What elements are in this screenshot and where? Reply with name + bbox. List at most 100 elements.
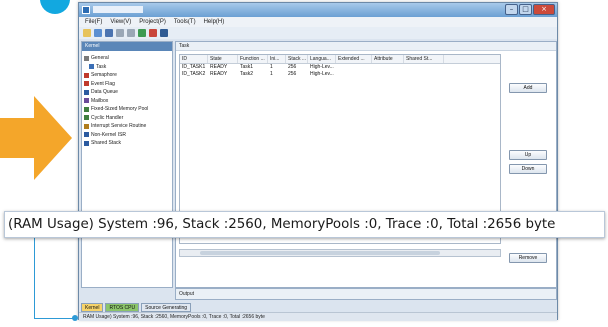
tree-item-label: Event Flag xyxy=(91,80,115,87)
tree-item[interactable]: Data Queue xyxy=(84,88,172,97)
stop-icon[interactable] xyxy=(149,29,157,37)
settings-icon[interactable] xyxy=(160,29,168,37)
tree-item[interactable]: Event Flag xyxy=(84,80,172,89)
callout-leader-line xyxy=(34,238,35,319)
close-icon[interactable]: × xyxy=(533,4,555,15)
tab-rtos-cpu[interactable]: RTOS CPU xyxy=(105,302,140,312)
tree-item[interactable]: Interrupt Service Routine xyxy=(84,122,172,131)
table-header: ID State Function ... Ini... Stack ... Langua… xyxy=(180,55,500,64)
tree-item-label: Semaphore xyxy=(91,72,117,79)
column-header[interactable]: State xyxy=(208,55,238,63)
tree-item-icon xyxy=(84,81,89,87)
menu-view[interactable]: View(V) xyxy=(110,17,131,27)
table-cell: High-Lev... xyxy=(310,64,334,70)
table-cell: 1 xyxy=(270,71,273,77)
app-icon xyxy=(82,6,90,14)
kernel-panel-header: Kernel xyxy=(82,42,172,51)
kernel-tree-panel: Kernel General Task Semaphore Event Flag Dat… xyxy=(81,41,173,288)
kernel-tree: General Task Semaphore Event Flag Data Queue… xyxy=(82,51,172,148)
column-header[interactable]: Function ... xyxy=(238,55,268,63)
menu-project[interactable]: Project(P) xyxy=(139,17,166,27)
cut-icon[interactable] xyxy=(116,29,124,37)
table-cell: ID_TASK2 xyxy=(182,71,206,77)
bottom-tabs: Kernel RTOS CPU Source Generating xyxy=(81,302,557,312)
down-button[interactable]: Down xyxy=(509,164,547,174)
table-cell: 256 xyxy=(288,64,297,70)
tree-item[interactable]: General xyxy=(84,54,172,63)
save-icon[interactable] xyxy=(105,29,113,37)
tree-item-label: Fixed-Sized Memory Pool xyxy=(91,106,149,113)
tree-item-icon xyxy=(84,140,89,146)
table-body: ID_TASK1 READY Task1 1 256 High-Lev... ID_TASK… xyxy=(180,64,500,78)
tree-item[interactable]: Cyclic Handler xyxy=(84,114,172,123)
tree-item-icon xyxy=(89,64,94,70)
tree-item-label: Shared Stack xyxy=(91,140,122,147)
tree-item-label: Mailbox xyxy=(91,97,109,104)
remove-button[interactable]: Remove xyxy=(509,253,547,263)
copy-icon[interactable] xyxy=(127,29,135,37)
callout-leader-line-horizontal xyxy=(34,318,76,319)
tree-item[interactable]: Shared Stack xyxy=(84,139,172,148)
task-panel: Task ID State Function ... Ini... Stack ... L… xyxy=(175,41,557,288)
tree-item-label: Data Queue xyxy=(91,89,118,96)
column-header[interactable]: Attribute xyxy=(372,55,404,63)
scrollbar-thumb[interactable] xyxy=(200,251,440,255)
tree-item-icon xyxy=(84,115,89,121)
tree-item-label: Non-Kernel ISR xyxy=(91,131,127,138)
column-header[interactable]: Shared St... xyxy=(404,55,444,63)
add-button[interactable]: Add xyxy=(509,83,547,93)
tree-item-icon xyxy=(84,123,89,129)
task-panel-header: Task xyxy=(176,42,556,51)
tree-item-label: Interrupt Service Routine xyxy=(91,123,147,130)
table-cell: ID_TASK1 xyxy=(182,64,206,70)
table-row[interactable]: ID_TASK2 READY Task2 1 256 High-Lev... xyxy=(180,71,500,78)
tree-item[interactable]: Semaphore xyxy=(84,71,172,80)
tree-item-icon xyxy=(84,106,89,112)
tree-item-icon xyxy=(84,72,89,78)
output-panel-header: Output xyxy=(175,288,557,300)
table-cell: High-Lev... xyxy=(310,71,334,77)
callout-anchor-dot xyxy=(72,315,78,321)
table-row[interactable]: ID_TASK1 READY Task1 1 256 High-Lev... xyxy=(180,64,500,71)
table-cell: Task2 xyxy=(240,71,254,77)
tree-item[interactable]: Non-Kernel ISR xyxy=(84,131,172,140)
column-header[interactable]: ID xyxy=(180,55,208,63)
status-bar: RAM Usage) System :96, Stack :2560, Memo… xyxy=(79,312,557,321)
window-titlebar[interactable]: – □ × xyxy=(79,3,557,17)
tree-item[interactable]: Fixed-Sized Memory Pool xyxy=(84,105,172,114)
table-cell: Task1 xyxy=(240,64,254,70)
tree-item-label: General xyxy=(91,55,109,62)
maximize-icon[interactable]: □ xyxy=(519,4,532,15)
menu-tools[interactable]: Tools(T) xyxy=(174,17,196,27)
open-folder-icon[interactable] xyxy=(94,29,102,37)
new-file-icon[interactable] xyxy=(83,29,91,37)
table-cell: READY xyxy=(210,64,228,70)
tree-item-icon xyxy=(84,98,89,104)
menu-file[interactable]: File(F) xyxy=(85,17,102,27)
tree-item-label: Cyclic Handler xyxy=(91,114,124,121)
arrow-right-icon xyxy=(0,96,72,180)
step-number-badge xyxy=(40,0,70,14)
ram-usage-callout: (RAM Usage) System :96, Stack :2560, Mem… xyxy=(4,211,605,238)
table-cell: 256 xyxy=(288,71,297,77)
tree-item-label: Task xyxy=(96,63,107,70)
column-header[interactable]: Extended ... xyxy=(336,55,372,63)
horizontal-scrollbar[interactable] xyxy=(179,249,501,257)
window-title-placeholder xyxy=(93,6,143,13)
tree-item[interactable]: Mailbox xyxy=(84,97,172,106)
up-button[interactable]: Up xyxy=(509,150,547,160)
column-header[interactable]: Langua... xyxy=(308,55,336,63)
tree-item-icon xyxy=(84,132,89,138)
menu-help[interactable]: Help(H) xyxy=(204,17,225,27)
column-header[interactable]: Stack ... xyxy=(286,55,308,63)
tab-kernel[interactable]: Kernel xyxy=(81,302,104,312)
generate-icon[interactable] xyxy=(138,29,146,37)
table-cell: READY xyxy=(210,71,228,77)
tree-item[interactable]: Task xyxy=(84,63,172,72)
minimize-icon[interactable]: – xyxy=(505,4,518,15)
column-header[interactable]: Ini... xyxy=(268,55,286,63)
menu-bar: File(F) View(V) Project(P) Tools(T) Help… xyxy=(79,17,557,27)
table-cell: 1 xyxy=(270,64,273,70)
tab-source-generating[interactable]: Source Generating xyxy=(141,302,192,312)
tree-item-icon xyxy=(84,55,89,61)
